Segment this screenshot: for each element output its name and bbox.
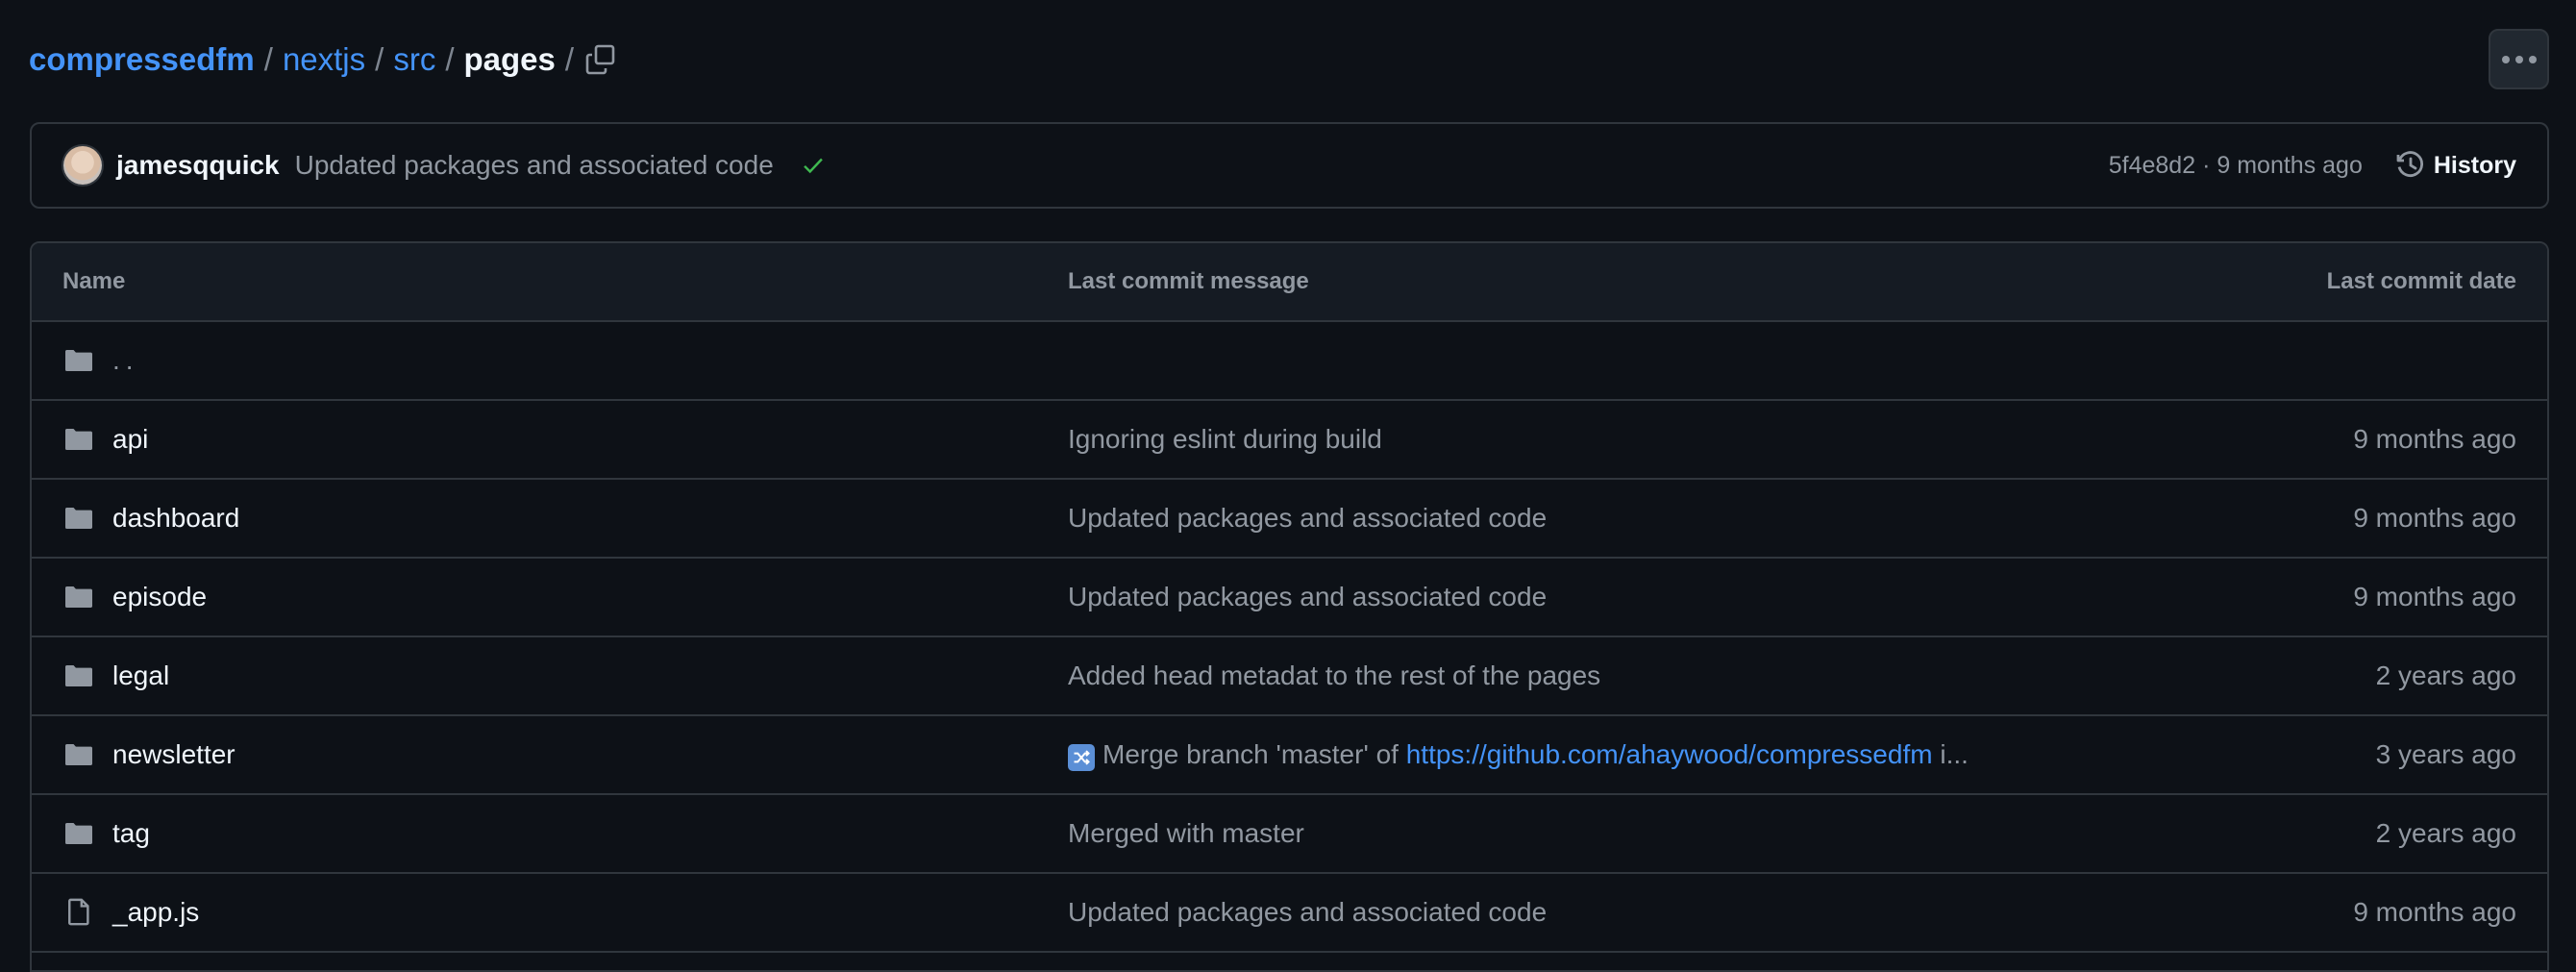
commit-date: 2 years ago	[2375, 818, 2516, 848]
table-row: newsletter Merge branch 'master' of http…	[32, 716, 2547, 795]
avatar[interactable]	[63, 146, 102, 185]
folder-icon	[62, 502, 95, 535]
breadcrumb-separator: /	[445, 41, 455, 77]
breadcrumb-src-link[interactable]: src	[393, 41, 435, 78]
file-name-link[interactable]: _app.js	[112, 897, 199, 928]
file-name-link[interactable]: episode	[112, 582, 207, 612]
commit-message-prefix: Merge branch 'master' of	[1102, 738, 1406, 769]
header-last-commit-message: Last commit message	[1068, 268, 1309, 294]
table-row: dashboard Updated packages and associate…	[32, 480, 2547, 559]
commit-message-suffix: i...	[1932, 738, 1969, 769]
commit-message[interactable]: Updated packages and associated code	[295, 150, 774, 181]
parent-directory-link[interactable]: ..	[112, 345, 139, 376]
commit-date: 2 years ago	[2375, 660, 2516, 690]
kebab-dot	[2528, 55, 2537, 63]
history-label: History	[2433, 151, 2516, 179]
kebab-horizontal-icon	[2501, 55, 2510, 63]
kebab-dot	[2514, 55, 2523, 63]
commit-date: 3 years ago	[2375, 739, 2516, 769]
header-name: Name	[62, 268, 126, 294]
commit-date: 9 months ago	[2353, 424, 2516, 454]
table-header: Name Last commit message Last commit dat…	[32, 243, 2547, 322]
history-icon	[2396, 151, 2423, 177]
shuffle-emoji-icon	[1068, 743, 1095, 771]
breadcrumb-separator: /	[564, 41, 575, 77]
folder-icon	[62, 817, 95, 850]
file-table: Name Last commit message Last commit dat…	[30, 241, 2549, 972]
table-row: legal Added head metadat to the rest of …	[32, 637, 2547, 716]
table-row: tag Merged with master 2 years ago	[32, 795, 2547, 874]
dot-separator: ·	[2202, 151, 2211, 179]
commit-message-link[interactable]: Merge branch 'master' of https://github.…	[1068, 739, 1969, 771]
copy-icon	[585, 44, 615, 75]
file-name-link[interactable]: newsletter	[112, 739, 235, 770]
folder-icon	[62, 738, 95, 771]
commit-message-link[interactable]: Updated packages and associated code	[1068, 582, 1547, 612]
file-name-link[interactable]: legal	[112, 660, 169, 691]
commit-sha-and-time[interactable]: 5f4e8d2 · 9 months ago	[2109, 152, 2363, 180]
header-last-commit-date: Last commit date	[2326, 268, 2516, 294]
commit-sha[interactable]: 5f4e8d2	[2109, 152, 2195, 179]
commit-message-link[interactable]: Ignoring eslint during build	[1068, 424, 1382, 455]
table-row: _app.js Updated packages and associated …	[32, 874, 2547, 953]
more-options-button[interactable]	[2489, 29, 2549, 89]
breadcrumb-current: pages	[463, 41, 556, 77]
copy-path-button[interactable]	[577, 38, 625, 81]
table-row-parent[interactable]: ..	[32, 322, 2547, 401]
commit-message-link[interactable]: Updated packages and associated code	[1068, 897, 1547, 928]
history-button[interactable]: History	[2395, 150, 2516, 181]
folder-icon	[62, 581, 95, 613]
breadcrumb-nextjs-link[interactable]: nextjs	[283, 41, 365, 78]
commit-author[interactable]: jamesqquick	[116, 150, 280, 181]
breadcrumb-repo-link[interactable]: compressedfm	[29, 41, 255, 78]
commit-message-link[interactable]: Added head metadat to the rest of the pa…	[1068, 660, 1600, 691]
table-row: episode Updated packages and associated …	[32, 559, 2547, 637]
latest-commit-bar: jamesqquick Updated packages and associa…	[30, 122, 2549, 209]
table-row: api Ignoring eslint during build 9 month…	[32, 401, 2547, 480]
commit-date: 9 months ago	[2353, 503, 2516, 533]
folder-icon	[62, 423, 95, 456]
commit-message-link[interactable]: Merged with master	[1068, 818, 1304, 849]
breadcrumb-separator: /	[263, 41, 273, 77]
commit-time: 9 months ago	[2217, 151, 2363, 179]
file-name-link[interactable]: dashboard	[112, 503, 239, 534]
commit-date: 9 months ago	[2353, 582, 2516, 611]
file-icon	[62, 896, 95, 929]
commit-message-link[interactable]: Updated packages and associated code	[1068, 503, 1547, 534]
folder-icon	[62, 344, 95, 377]
folder-icon	[62, 660, 95, 692]
status-check-icon[interactable]	[801, 153, 826, 178]
file-name-link[interactable]: api	[112, 424, 148, 455]
commit-date: 9 months ago	[2353, 897, 2516, 927]
file-name-link[interactable]: tag	[112, 818, 150, 849]
commit-message-url-link[interactable]: https://github.com/ahaywood/compressedfm	[1406, 739, 1933, 769]
breadcrumb: compressedfm / nextjs / src / pages /	[29, 37, 583, 83]
breadcrumb-separator: /	[375, 41, 384, 77]
